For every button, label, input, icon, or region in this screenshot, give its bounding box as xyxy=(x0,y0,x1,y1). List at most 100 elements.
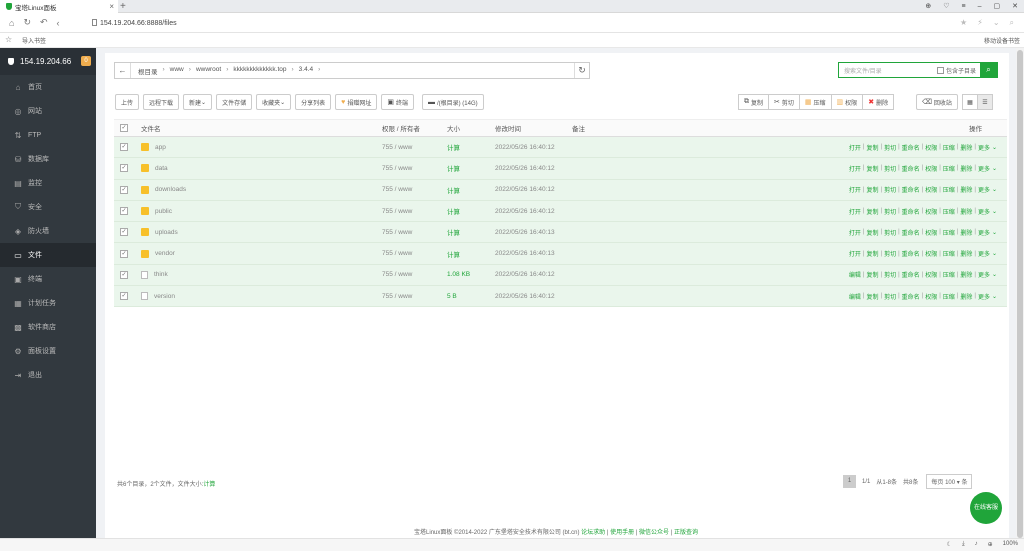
star-icon[interactable]: ★ xyxy=(960,18,967,28)
maximize-icon[interactable]: ▢ xyxy=(994,0,1001,13)
refresh-icon[interactable]: ↻ xyxy=(574,63,589,78)
op-link[interactable]: 权限 xyxy=(925,207,937,216)
bookmark-star-icon[interactable]: ☆ xyxy=(5,35,12,44)
op-link[interactable]: 更多 xyxy=(978,292,990,301)
size-cell[interactable]: 计算 xyxy=(447,158,460,178)
footer-link[interactable]: 论坛求助 xyxy=(581,530,605,536)
op-link[interactable]: 删除 xyxy=(960,249,972,258)
file-name[interactable]: public xyxy=(155,208,172,215)
sidebar-item-9[interactable]: ▦ 计划任务 xyxy=(0,291,96,315)
volume-icon[interactable]: ♪ xyxy=(975,541,978,548)
op-link[interactable]: 打开 xyxy=(849,143,861,152)
shield-icon[interactable]: ♡ xyxy=(943,0,949,13)
header-name[interactable]: 文件名 xyxy=(141,120,161,136)
op-link[interactable]: 更多 xyxy=(978,143,990,152)
op-link[interactable]: 编辑 xyxy=(849,292,861,301)
permission-cell[interactable]: 755 / www xyxy=(382,286,412,306)
undo-icon[interactable]: ↶ xyxy=(40,17,48,28)
op-link[interactable]: 复制 xyxy=(866,185,878,194)
user-icon[interactable]: ⊕ xyxy=(925,0,931,13)
table-row[interactable]: ✓ data 755 / www 计算 2022/05/26 16:40:12 打开 | 复制… xyxy=(114,158,1007,180)
op-link[interactable]: 更多 xyxy=(978,249,990,258)
row-checkbox[interactable]: ✓ xyxy=(120,143,128,152)
op-link[interactable]: 打开 xyxy=(849,164,861,173)
op-link[interactable]: 压缩 xyxy=(943,270,955,279)
recycle-bin-button[interactable]: ⌫ 回收站 xyxy=(916,94,958,110)
zoom-icon[interactable]: ⊕ xyxy=(988,541,993,548)
sidebar-item-5[interactable]: ⛉ 安全 xyxy=(0,195,96,219)
file-name[interactable]: vendor xyxy=(155,250,175,257)
size-cell[interactable]: 计算 xyxy=(447,180,460,200)
calculate-size-link[interactable]: 计算 xyxy=(203,482,215,488)
op-link[interactable]: 权限 xyxy=(925,249,937,258)
op-link[interactable]: 权限 xyxy=(925,270,937,279)
header-permissions[interactable]: 权限 / 所有者 xyxy=(382,120,420,136)
row-checkbox[interactable]: ✓ xyxy=(120,249,128,258)
op-link[interactable]: 删除 xyxy=(960,143,972,152)
share-list-button[interactable]: 分享列表 xyxy=(295,94,332,110)
footer-link[interactable]: 正版查询 xyxy=(674,530,698,536)
cut-button[interactable]: ✂ 剪切 xyxy=(768,94,800,110)
online-service-button[interactable]: 在线客服 xyxy=(970,492,1002,524)
favorites-button[interactable]: 收藏夹 ⌄ xyxy=(256,94,292,110)
size-cell[interactable]: 计算 xyxy=(447,222,460,242)
op-link[interactable]: 权限 xyxy=(925,164,937,173)
op-link[interactable]: 权限 xyxy=(925,228,937,237)
table-row[interactable]: ✓ version 755 / www 5 B 2022/05/26 16:40:12 编… xyxy=(114,286,1007,308)
op-link[interactable]: 复制 xyxy=(866,207,878,216)
list-view-icon[interactable]: ☰ xyxy=(977,94,993,110)
compress-button[interactable]: ▦ 压缩 xyxy=(798,94,832,110)
table-row[interactable]: ✓ app 755 / www 计算 2022/05/26 16:40:12 打开 | 复制 |… xyxy=(114,137,1007,159)
permission-cell[interactable]: 755 / www xyxy=(382,158,412,178)
row-checkbox[interactable]: ✓ xyxy=(120,292,128,301)
op-link[interactable]: 删除 xyxy=(960,207,972,216)
sidebar-item-2[interactable]: ⇅ FTP xyxy=(0,123,96,147)
minimize-icon[interactable]: – xyxy=(978,0,982,13)
lightning-icon[interactable]: ⚡ xyxy=(977,18,983,28)
op-link[interactable]: 重命名 xyxy=(902,228,920,237)
op-link[interactable]: 编辑 xyxy=(849,270,861,279)
new-button[interactable]: 新建 ⌄ xyxy=(183,94,213,110)
op-link[interactable]: 重命名 xyxy=(902,143,920,152)
footer-link[interactable]: 使用手册 xyxy=(610,530,634,536)
breadcrumb-item[interactable]: 3.4.4 xyxy=(299,66,313,76)
op-link[interactable]: 打开 xyxy=(849,249,861,258)
sidebar-item-4[interactable]: ▤ 监控 xyxy=(0,171,96,195)
file-name[interactable]: think xyxy=(154,271,168,278)
file-storage-button[interactable]: 文件存储 xyxy=(216,94,253,110)
select-all-checkbox[interactable]: ✓ xyxy=(120,124,128,132)
sidebar-item-8[interactable]: ▣ 终端 xyxy=(0,267,96,291)
op-link[interactable]: 复制 xyxy=(866,164,878,173)
table-row[interactable]: ✓ uploads 755 / www 计算 2022/05/26 16:40:13 打开… xyxy=(114,222,1007,244)
op-link[interactable]: 剪切 xyxy=(884,143,896,152)
header-size[interactable]: 大小 xyxy=(447,120,460,136)
op-link[interactable]: 复制 xyxy=(866,270,878,279)
footer-link[interactable]: 微信公众号 xyxy=(639,530,669,536)
row-checkbox[interactable]: ✓ xyxy=(120,207,128,216)
table-row[interactable]: ✓ downloads 755 / www 计算 2022/05/26 16:40:12… xyxy=(114,179,1007,201)
op-link[interactable]: 更多 xyxy=(978,228,990,237)
op-link[interactable]: 删除 xyxy=(960,292,972,301)
delete-button[interactable]: ✖ 删除 xyxy=(862,94,895,110)
file-name[interactable]: data xyxy=(155,165,168,172)
search-button[interactable]: ⌕ xyxy=(980,62,997,78)
close-window-icon[interactable]: ✕ xyxy=(1012,0,1018,13)
sidebar-item-3[interactable]: ⛁ 数据库 xyxy=(0,147,96,171)
size-cell[interactable]: 计算 xyxy=(447,137,460,157)
op-link[interactable]: 重命名 xyxy=(902,292,920,301)
op-link[interactable]: 复制 xyxy=(866,292,878,301)
header-mtime[interactable]: 修改时间 xyxy=(495,120,521,136)
permission-cell[interactable]: 755 / www xyxy=(382,222,412,242)
tab-close-icon[interactable]: × xyxy=(109,2,114,11)
import-bookmarks-link[interactable]: 导入书签 xyxy=(22,36,46,45)
op-link[interactable]: 压缩 xyxy=(943,228,955,237)
op-link[interactable]: 压缩 xyxy=(943,249,955,258)
op-link[interactable]: 更多 xyxy=(978,185,990,194)
row-checkbox[interactable]: ✓ xyxy=(120,164,128,173)
op-link[interactable]: 打开 xyxy=(849,185,861,194)
mobile-bookmarks-link[interactable]: 移动设备书签 xyxy=(984,36,1020,45)
permission-cell[interactable]: 755 / www xyxy=(382,137,412,157)
op-link[interactable]: 更多 xyxy=(978,270,990,279)
op-link[interactable]: 打开 xyxy=(849,228,861,237)
terminal-button[interactable]: ▣ 终端 xyxy=(381,94,414,110)
